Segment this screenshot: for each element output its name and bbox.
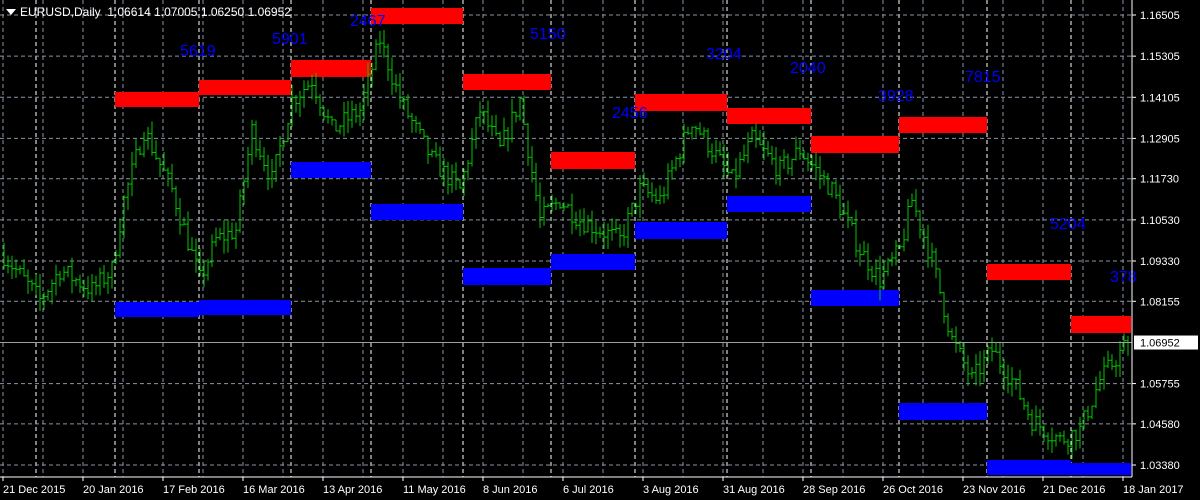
collapse-triangle-icon[interactable] [6, 9, 16, 15]
zone-count-label: 5901 [272, 31, 308, 48]
time-tick-label: 21 Dec 2016 [1043, 484, 1105, 496]
support-zone [899, 403, 987, 421]
zone-count-label: 2467 [350, 13, 386, 30]
support-zone [987, 460, 1071, 476]
time-tick-label: 31 Aug 2016 [723, 484, 785, 496]
resistance-zone [115, 92, 199, 107]
resistance-zone [463, 74, 551, 90]
price-tick-label: 1.05755 [1140, 379, 1180, 391]
support-zone [727, 195, 811, 213]
price-tick-label: 1.12905 [1140, 133, 1180, 145]
time-tick-label: 11 May 2016 [403, 484, 466, 496]
support-zone [463, 267, 551, 285]
zone-count-label: 3204 [706, 46, 742, 63]
price-tick-label: 1.11730 [1140, 174, 1179, 186]
zone-count-label: 2040 [790, 60, 826, 77]
time-tick-label: 6 Jul 2016 [563, 484, 614, 496]
time-tick-label: 21 Dec 2015 [3, 484, 65, 496]
support-zone [1071, 463, 1131, 476]
time-tick-label: 13 Apr 2016 [323, 484, 382, 496]
chart-header: EURUSD,Daily 1.06614 1.07005 1.06250 1.0… [6, 5, 291, 19]
price-tick-label: 1.03380 [1140, 460, 1180, 472]
time-tick-label: 28 Sep 2016 [803, 484, 865, 496]
support-zone [115, 302, 199, 318]
zone-count-label: 5204 [1050, 216, 1086, 233]
support-zone [811, 290, 899, 307]
ohlc-close: 1.06952 [247, 5, 291, 19]
zone-count-label: 7815 [965, 69, 1001, 86]
zone-count-label: 5619 [180, 43, 216, 60]
symbol-timeframe: EURUSD,Daily [20, 5, 101, 19]
ohlc-low: 1.06250 [200, 5, 245, 19]
resistance-zone [811, 135, 899, 153]
resistance-zone [899, 117, 987, 134]
price-chart: 1.16505 1.15305 1.14105 1.12905 1.11730 1.105… [0, 0, 1198, 496]
resistance-zone [727, 107, 811, 124]
price-tick-label: 1.04580 [1140, 419, 1180, 431]
price-tick-label: 1.16505 [1140, 10, 1180, 22]
time-tick-label: 16 Mar 2016 [243, 484, 305, 496]
zone-count-label: 2456 [612, 105, 648, 122]
price-tick-label: 1.08155 [1140, 296, 1180, 308]
resistance-zone [987, 264, 1071, 280]
resistance-zone [1071, 316, 1131, 333]
time-tick-label: 23 Nov 2016 [963, 484, 1025, 496]
zone-count-label: 5150 [530, 26, 566, 43]
support-zone [291, 162, 371, 178]
time-tick-label: 3 Aug 2016 [643, 484, 699, 496]
price-tick-label: 1.14105 [1140, 92, 1180, 104]
support-zone [199, 300, 291, 315]
resistance-zone [635, 93, 727, 111]
current-price-label: 1.06952 [1140, 338, 1180, 350]
resistance-zone [291, 59, 371, 77]
support-zone [635, 222, 727, 239]
ohlc-open: 1.06614 [107, 5, 151, 19]
time-tick-label: 20 Jan 2016 [83, 484, 144, 496]
time-tick-label: 8 Jun 2016 [483, 484, 537, 496]
time-tick-label: 26 Oct 2016 [883, 484, 943, 496]
price-tick-label: 1.09330 [1140, 256, 1180, 268]
resistance-zone [199, 80, 291, 95]
resistance-zone [551, 152, 635, 170]
zone-count-label: 3928 [878, 88, 914, 105]
support-zone [371, 204, 463, 220]
zone-count-label: 378 [1110, 269, 1137, 286]
price-tick-label: 1.15305 [1140, 51, 1180, 63]
price-tick-label: 1.10530 [1140, 215, 1180, 227]
support-zone [551, 254, 635, 270]
time-tick-label: 18 Jan 2017 [1123, 484, 1184, 496]
ohlc-high: 1.07005 [154, 5, 198, 19]
time-tick-label: 17 Feb 2016 [163, 484, 225, 496]
